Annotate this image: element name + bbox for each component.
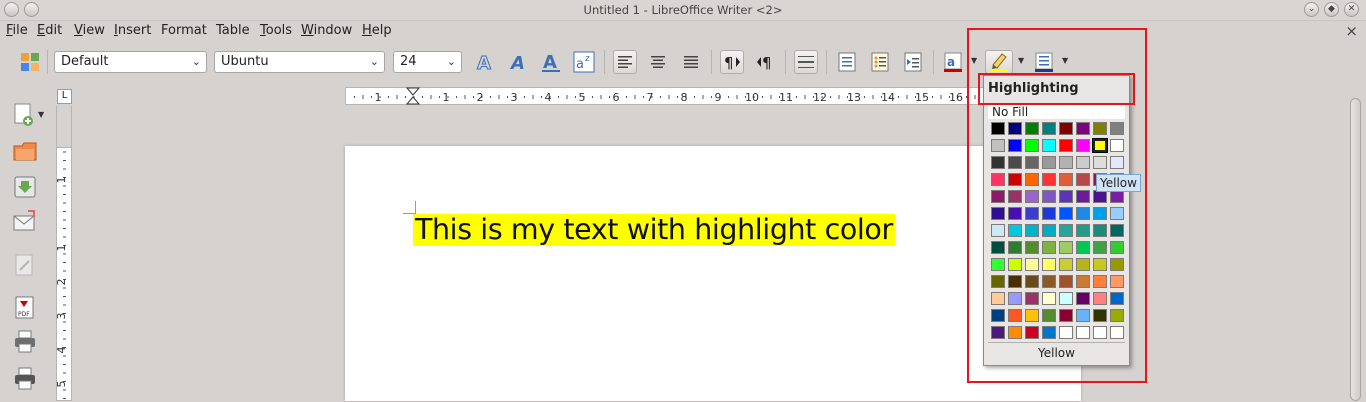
svg-text:a: a [947, 55, 955, 69]
horizontal-ruler[interactable]: 1 1 2 3 4 5 6 7 8 9 10 11 12 13 14 15 16 [345, 87, 985, 105]
ruler-number: 4 [57, 347, 68, 354]
right-to-left-icon[interactable]: ¶ [753, 50, 777, 74]
svg-text:PDF: PDF [18, 311, 30, 318]
ruler-number: 1 [57, 245, 68, 252]
ruler-number: 1 [443, 91, 450, 104]
menu-view[interactable]: View [74, 23, 105, 38]
paragraph-style-select[interactable]: Default ⌄ [54, 51, 207, 73]
ruler-number: 2 [57, 279, 68, 286]
shadow-font-icon[interactable]: A [506, 50, 530, 74]
ruler-number: 5 [579, 91, 586, 104]
font-size-select[interactable]: 24 ⌄ [393, 51, 462, 73]
ruler-number: 14 [881, 91, 895, 104]
ruler-number: 10 [745, 91, 759, 104]
vertical-ruler[interactable]: 1 1 2 3 4 5 [56, 147, 72, 401]
ruler-left-margin-shade [346, 89, 396, 104]
ruler-number: 16 [949, 91, 963, 104]
outline-font-icon[interactable]: A [473, 50, 497, 74]
svg-text:A: A [509, 53, 525, 73]
svg-text:¶: ¶ [762, 54, 772, 71]
left-to-right-icon[interactable]: ¶ [720, 50, 744, 74]
align-center-icon[interactable] [646, 50, 670, 74]
menu-window[interactable]: Window [301, 23, 352, 38]
toolbar-separator [604, 50, 605, 74]
ruler-number: 12 [813, 91, 827, 104]
ruler-number: 3 [511, 91, 518, 104]
edit-file-icon[interactable] [12, 252, 38, 278]
minimize-button[interactable]: ⌄ [1304, 2, 1319, 17]
vertical-scrollbar[interactable] [1348, 88, 1364, 401]
formatting-toolbar: Default ⌄ Ubuntu ⌄ 24 ⌄ A A A az ¶ ¶ a ▼ ▼ … [0, 42, 1366, 82]
menu-insert[interactable]: Insert [114, 23, 151, 38]
numbering-icon[interactable] [835, 50, 859, 74]
ruler-number: 9 [715, 91, 722, 104]
font-color-icon[interactable]: a [941, 50, 965, 74]
ruler-number: 3 [57, 313, 68, 320]
svg-text:z: z [585, 54, 590, 64]
ruler-number: 5 [57, 381, 68, 388]
indent-marker-icon[interactable] [406, 87, 420, 105]
font-name-select[interactable]: Ubuntu ⌄ [214, 51, 385, 73]
email-icon[interactable] [12, 208, 38, 234]
print-direct-icon[interactable] [12, 366, 38, 392]
save-icon[interactable] [12, 174, 38, 200]
paragraph-border-icon[interactable] [794, 50, 818, 74]
ruler-number: 15 [915, 91, 929, 104]
toolbar-separator [785, 50, 786, 74]
superscript-icon[interactable]: az [572, 50, 596, 74]
menu-help[interactable]: Help [362, 23, 392, 38]
chevron-down-icon: ⌄ [369, 55, 379, 68]
toolbar-separator [933, 50, 934, 74]
window-title: Untitled 1 - LibreOffice Writer <2> [583, 3, 783, 17]
svg-text:a: a [576, 57, 584, 72]
ruler-number: 6 [613, 91, 620, 104]
menu-file[interactable]: File [6, 23, 28, 38]
chevron-down-icon: ⌄ [446, 55, 456, 68]
ruler-number: 13 [847, 91, 861, 104]
chevron-down-icon: ⌄ [191, 55, 201, 68]
svg-text:A: A [477, 53, 491, 73]
align-left-icon[interactable] [613, 50, 637, 74]
new-document-icon[interactable] [12, 102, 38, 128]
vertical-ruler-ticks: 1 1 2 3 4 5 [57, 151, 68, 399]
ruler-margin-left [80, 87, 345, 105]
ruler-number: 8 [681, 91, 688, 104]
title-bar: Untitled 1 - LibreOffice Writer <2> ⌄ ◆ … [0, 0, 1366, 21]
ruler-number: 7 [647, 91, 654, 104]
bullets-icon[interactable] [868, 50, 892, 74]
vertical-ruler-margin [56, 106, 72, 147]
menu-format[interactable]: Format [161, 23, 207, 38]
menu-tools[interactable]: Tools [260, 23, 292, 38]
new-document-dropdown-icon[interactable]: ▼ [38, 110, 44, 119]
styles-formatting-icon[interactable] [18, 50, 42, 74]
print-icon[interactable] [12, 329, 38, 355]
menu-table[interactable]: Table [216, 23, 250, 38]
menu-edit[interactable]: Edit [37, 23, 62, 38]
align-justify-icon[interactable] [679, 50, 703, 74]
annotation-box-title [978, 73, 1135, 105]
ruler-number: 11 [779, 91, 793, 104]
menu-bar: File Edit View Insert Format Table Tools… [0, 21, 1366, 41]
tab-stop-selector[interactable]: L [57, 89, 72, 104]
svg-text:¶: ¶ [724, 54, 734, 71]
ruler-number: 1 [57, 177, 68, 184]
highlighted-text[interactable]: This is my text with highlight color [413, 214, 895, 246]
ruler-ticks: 1 1 2 3 4 5 6 7 8 9 10 11 12 13 14 15 16 [354, 91, 984, 104]
increase-indent-icon[interactable] [901, 50, 925, 74]
close-window-button[interactable]: ✕ [1344, 2, 1359, 17]
left-sidebar: ▼ PDF [0, 88, 52, 401]
open-folder-icon[interactable] [12, 138, 38, 164]
underline-font-icon[interactable]: A [539, 50, 563, 74]
maximize-button[interactable]: ◆ [1324, 2, 1339, 17]
close-document-icon[interactable]: × [1345, 22, 1358, 40]
ruler-number: 2 [477, 91, 484, 104]
export-pdf-icon[interactable]: PDF [12, 295, 38, 321]
svg-text:A: A [543, 52, 557, 73]
scrollbar-thumb[interactable] [1350, 98, 1361, 401]
toolbar-separator [826, 50, 827, 74]
toolbar-separator [711, 50, 712, 74]
ruler-number: 4 [545, 91, 552, 104]
toolbar-separator [47, 50, 48, 74]
